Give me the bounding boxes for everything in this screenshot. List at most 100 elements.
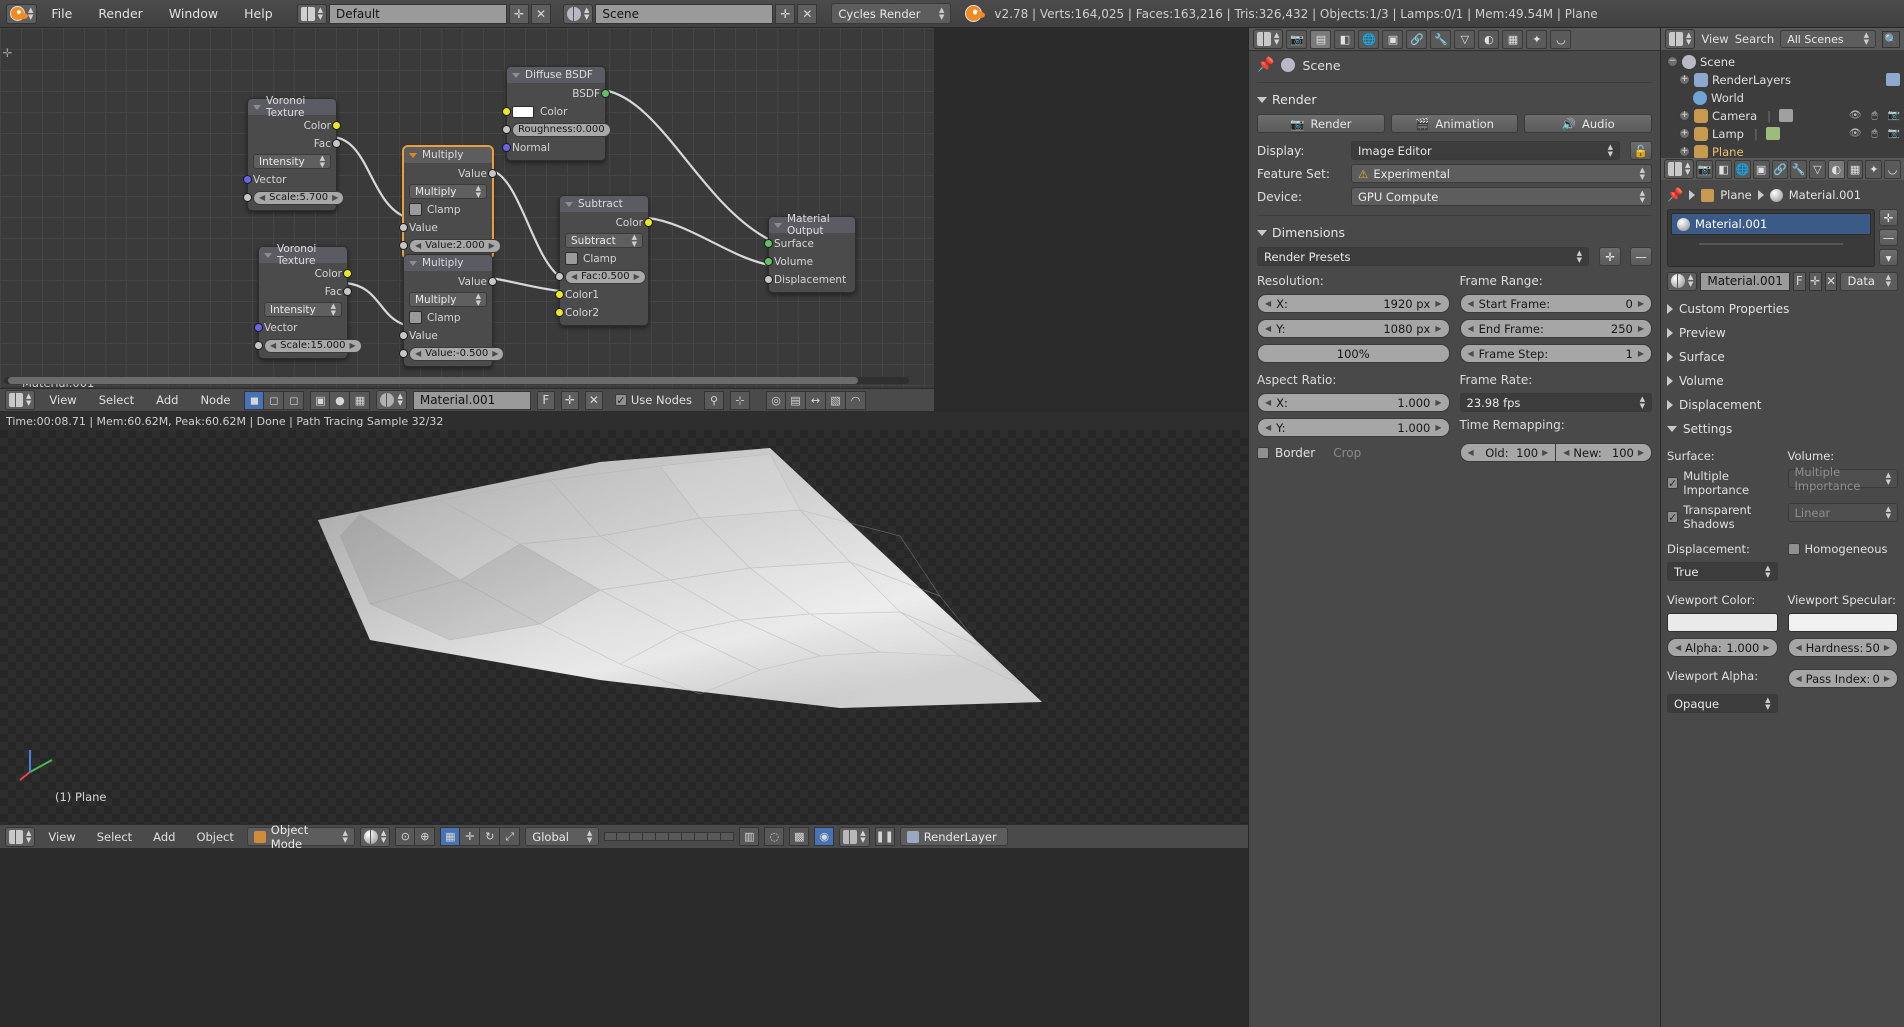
increment-arrow-icon[interactable]: ▶ — [349, 341, 355, 350]
socket-color2[interactable] — [555, 308, 564, 317]
node-menu-view[interactable]: View — [41, 393, 84, 407]
renderlayer-browse[interactable]: ▲ ▼ — [839, 826, 870, 847]
volume-sampling-dropdown[interactable]: Multiple Importance ▲ ▼ — [1787, 465, 1898, 493]
3d-viewport[interactable]: (1) Plane — [0, 430, 1248, 824]
decrement-arrow-icon[interactable]: ◀ — [1468, 349, 1474, 358]
render-preview-icon[interactable]: ▦ — [440, 827, 461, 846]
node-input-displacement[interactable]: Displacement — [764, 272, 850, 287]
socket-value-1[interactable] — [399, 223, 408, 232]
tab-scene-icon[interactable]: ◧ — [1715, 159, 1732, 179]
layer-10-toggle[interactable] — [721, 832, 735, 841]
increment-arrow-icon[interactable]: ▶ — [1435, 398, 1441, 407]
menu-window[interactable]: Window — [157, 0, 230, 28]
increment-arrow-icon[interactable]: ▶ — [634, 272, 640, 281]
collapse-triangle-icon[interactable] — [409, 152, 417, 158]
socket-value-2[interactable] — [399, 349, 408, 358]
decrement-arrow-icon[interactable]: ◀ — [1265, 423, 1271, 432]
interaction-mode-dropdown[interactable]: Object Mode ▲ ▼ — [246, 823, 355, 851]
resolution-percentage-field[interactable]: 100% — [1257, 344, 1450, 363]
outliner-row-world[interactable]: World — [1665, 89, 1900, 106]
add-material-slot-button[interactable]: ✛ — [1879, 209, 1898, 226]
collapse-triangle-icon[interactable] — [774, 222, 782, 228]
value-number[interactable]: -0.500 — [456, 348, 488, 359]
socket-fac[interactable] — [555, 272, 564, 281]
value-number[interactable]: 2.000 — [456, 240, 485, 251]
frame-rate-dropdown[interactable]: 23.98 fps ▲ ▼ — [1459, 393, 1652, 412]
render-layer-dropdown[interactable]: RenderLayer — [899, 827, 1008, 846]
res-x-value[interactable]: 1920 px — [1383, 297, 1430, 311]
tab-material-icon[interactable]: ◐ — [1478, 29, 1500, 49]
homogeneous-row[interactable]: Homogeneous — [1787, 542, 1899, 556]
material-browse-button[interactable]: ▲ ▼ — [1667, 271, 1698, 291]
pass-index-field[interactable]: ◀ Pass Index: 0 ▶ — [1787, 669, 1898, 688]
menu-file[interactable]: File — [39, 0, 84, 28]
restrict-render-icon[interactable]: 📷 — [1888, 128, 1900, 139]
fake-user-button[interactable]: F — [536, 390, 555, 410]
aspect-x-field[interactable]: ◀ X: 1.000 ▶ — [1257, 393, 1450, 412]
shader-type-world-icon[interactable]: ◻ — [264, 390, 285, 410]
use-nodes-checkbox[interactable] — [614, 394, 627, 406]
layer-8-toggle[interactable] — [695, 832, 709, 841]
device-dropdown[interactable]: GPU Compute ▲ ▼ — [1351, 187, 1652, 206]
render-image-button[interactable]: 📷 Render — [1257, 114, 1385, 133]
viewport-menu-view[interactable]: View — [40, 830, 83, 844]
render-section-header[interactable]: Render — [1257, 92, 1652, 107]
node-menu-node[interactable]: Node — [192, 393, 238, 407]
node-header[interactable]: Voronoi Texture — [248, 95, 336, 119]
decrement-arrow-icon[interactable]: ◀ — [1675, 643, 1681, 652]
socket-surface[interactable] — [764, 239, 773, 248]
increment-arrow-icon[interactable]: ▶ — [1435, 423, 1441, 432]
expand-toolshelf-icon[interactable]: ✛ — [2, 47, 13, 59]
viewport-color-swatch[interactable] — [1667, 613, 1778, 632]
node-editor-type-selector[interactable]: ▲ ▼ — [5, 390, 36, 410]
node-curving-icon[interactable]: ◠ — [846, 390, 866, 410]
node-input-surface[interactable]: Surface — [764, 236, 850, 251]
node-editor-horizontal-scrollbar[interactable] — [4, 377, 909, 384]
node-clamp-checkbox[interactable]: Clamp — [409, 202, 487, 217]
socket-fac[interactable] — [332, 139, 341, 148]
increment-arrow-icon[interactable]: ▶ — [1884, 674, 1890, 683]
socket-vector[interactable] — [243, 175, 252, 184]
node-math-multiply-2[interactable]: Multiply Value Multiply ▲▼ Clamp Value — [399, 254, 505, 367]
increment-arrow-icon[interactable]: ▶ — [332, 193, 338, 202]
node-header[interactable]: Diffuse BSDF — [507, 67, 605, 83]
socket-roughness[interactable] — [502, 125, 511, 134]
manipulator-icon[interactable]: ✛ — [460, 827, 481, 846]
tab-modifiers-icon[interactable]: 🔧 — [1430, 29, 1452, 49]
node-input-color2[interactable]: Color2 — [555, 305, 643, 320]
socket-value-out[interactable] — [488, 169, 497, 178]
unlink-material-button[interactable]: ✕ — [584, 390, 603, 410]
slot-grip[interactable] — [1699, 243, 1843, 245]
res-percent-value[interactable]: 100% — [1337, 347, 1370, 361]
layer-4-toggle[interactable] — [643, 832, 657, 841]
breadcrumb-material[interactable]: Material.001 — [1789, 188, 1861, 202]
material-slot-item[interactable]: Material.001 — [1671, 213, 1871, 235]
menu-help[interactable]: Help — [232, 0, 285, 28]
tab-physics-icon[interactable]: ◡ — [1550, 29, 1572, 49]
node-menu-select[interactable]: Select — [91, 393, 142, 407]
socket-color-out[interactable] — [644, 218, 653, 227]
socket-color1[interactable] — [555, 290, 564, 299]
viewport-specular-swatch[interactable] — [1787, 613, 1898, 632]
renderlayer-data-icon[interactable] — [1886, 73, 1900, 86]
socket-displacement[interactable] — [764, 275, 773, 284]
restrict-view-icon[interactable]: 👁 — [1849, 128, 1862, 139]
node-output-value[interactable]: Value — [409, 274, 497, 289]
texture-solid-icon[interactable]: ▩ — [789, 827, 810, 846]
decrement-arrow-icon[interactable]: ◀ — [415, 349, 421, 358]
node-input-color[interactable]: Color — [502, 104, 600, 119]
feature-set-dropdown[interactable]: ⚠ Experimental ▲ ▼ — [1351, 164, 1652, 183]
node-voronoi-texture-1[interactable]: Voronoi Texture Color Fac Intensity ▲ ▼ V — [243, 95, 345, 211]
socket-scale[interactable] — [243, 193, 252, 202]
node-input-normal[interactable]: Normal — [502, 140, 600, 155]
decrement-arrow-icon[interactable]: ◀ — [1468, 448, 1474, 457]
pin-id-icon[interactable]: 📌 — [1257, 57, 1274, 73]
outliner-display-mode-dropdown[interactable]: All Scenes ▲ ▼ — [1780, 30, 1877, 48]
expand-toggle-icon[interactable]: + — [1679, 146, 1690, 157]
res-y-value[interactable]: 1080 px — [1383, 322, 1430, 336]
outliner-tree[interactable]: − Scene + RenderLayers World + Camera | — [1661, 50, 1904, 163]
node-output-color[interactable]: Color — [264, 266, 352, 281]
roughness-value[interactable]: 0.000 — [576, 124, 605, 135]
collapse-triangle-icon[interactable] — [565, 201, 573, 207]
panel-displacement[interactable]: Displacement — [1667, 395, 1898, 415]
